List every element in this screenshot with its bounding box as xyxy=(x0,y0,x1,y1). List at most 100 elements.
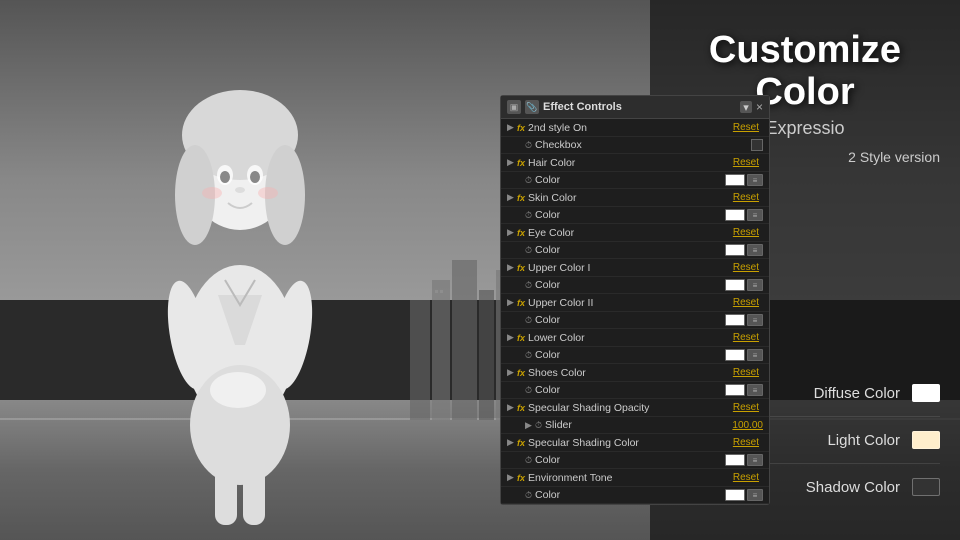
fx-menu-btn-lower_color_sub[interactable] xyxy=(747,349,763,361)
fx-reset-upper_color1[interactable]: Reset xyxy=(733,262,759,273)
panel-icon-1: ▣ xyxy=(507,100,521,114)
fx-label-upper_color2: Upper Color II xyxy=(528,297,733,309)
fx-color-box-shoes_color_sub[interactable] xyxy=(725,384,745,396)
fx-icon-spec_opacity: fx xyxy=(517,403,525,413)
fx-color-box-upper_color1_sub[interactable] xyxy=(725,279,745,291)
fx-expand-lower_color[interactable]: ▶ xyxy=(507,332,517,343)
fx-rows-container: ▶ fx 2nd style On Reset ⏱ Checkbox ▶ fx … xyxy=(501,119,769,504)
fx-expand-env_tone[interactable]: ▶ xyxy=(507,472,517,483)
fx-menu-btn-upper_color1_sub[interactable] xyxy=(747,279,763,291)
fx-reset-shoes_color[interactable]: Reset xyxy=(733,367,759,378)
fx-color-box-env_tone_sub[interactable] xyxy=(725,489,745,501)
fx-icon-upper_color1: fx xyxy=(517,263,525,273)
fx-sub-label-lower_color_sub: Color xyxy=(535,349,725,361)
fx-menu-btn-upper_color2_sub[interactable] xyxy=(747,314,763,326)
fx-color-box-skin_color_sub[interactable] xyxy=(725,209,745,221)
fx-reset-lower_color[interactable]: Reset xyxy=(733,332,759,343)
panel-title: Effect Controls xyxy=(543,101,736,113)
fx-reset-env_tone[interactable]: Reset xyxy=(733,472,759,483)
color-swatch-light[interactable] xyxy=(912,431,940,449)
fx-expand-eye_color[interactable]: ▶ xyxy=(507,227,517,238)
fx-menu-btn-hair_color_sub[interactable] xyxy=(747,174,763,186)
fx-color-box-eye_color_sub[interactable] xyxy=(725,244,745,256)
fx-menu-btn-eye_color_sub[interactable] xyxy=(747,244,763,256)
fx-reset-upper_color2[interactable]: Reset xyxy=(733,297,759,308)
fx-color-box-upper_color2_sub[interactable] xyxy=(725,314,745,326)
fx-expand-skin_color[interactable]: ▶ xyxy=(507,192,517,203)
color-label-text-light: Light Color xyxy=(827,432,900,449)
clock-icon-skin_color_sub: ⏱ xyxy=(525,210,532,221)
fx-reset-eye_color[interactable]: Reset xyxy=(733,227,759,238)
effect-controls-panel: ▣ 📎 Effect Controls ▾ × ▶ fx 2nd style O… xyxy=(500,95,770,505)
fx-row-upper_color2[interactable]: ▶ fx Upper Color II Reset xyxy=(501,294,769,312)
clock-icon-lower_color_sub: ⏱ xyxy=(525,350,532,361)
clock-icon-eye_color_sub: ⏱ xyxy=(525,245,532,256)
fx-icon-eye_color: fx xyxy=(517,228,525,238)
clock-icon-spec_opacity_slider: ⏱ xyxy=(535,420,542,431)
fx-slider-expand-spec_opacity_slider[interactable]: ▶ xyxy=(525,420,535,431)
fx-label-spec_color: Specular Shading Color xyxy=(528,437,733,449)
fx-color-box-spec_color_sub[interactable] xyxy=(725,454,745,466)
fx-reset-skin_color[interactable]: Reset xyxy=(733,192,759,203)
fx-sub-row-2nd_style_cb: ⏱ Checkbox xyxy=(501,137,769,154)
fx-row-env_tone[interactable]: ▶ fx Environment Tone Reset xyxy=(501,469,769,487)
fx-expand-spec_color[interactable]: ▶ xyxy=(507,437,517,448)
fx-menu-btn-spec_color_sub[interactable] xyxy=(747,454,763,466)
clock-icon-env_tone_sub: ⏱ xyxy=(525,490,532,501)
fx-label-eye_color: Eye Color xyxy=(528,227,733,239)
fx-label-shoes_color: Shoes Color xyxy=(528,367,733,379)
fx-expand-shoes_color[interactable]: ▶ xyxy=(507,367,517,378)
fx-reset-2nd_style[interactable]: Reset xyxy=(733,122,759,133)
character-svg xyxy=(100,35,380,535)
fx-expand-hair_color[interactable]: ▶ xyxy=(507,157,517,168)
fx-label-env_tone: Environment Tone xyxy=(528,472,733,484)
color-swatch-diffuse[interactable] xyxy=(912,384,940,402)
color-swatch-shadow[interactable] xyxy=(912,478,940,496)
fx-row-spec_color[interactable]: ▶ fx Specular Shading Color Reset xyxy=(501,434,769,452)
fx-color-box-lower_color_sub[interactable] xyxy=(725,349,745,361)
fx-sub-label-skin_color_sub: Color xyxy=(535,209,725,221)
fx-row-spec_opacity[interactable]: ▶ fx Specular Shading Opacity Reset xyxy=(501,399,769,417)
fx-sub-row-env_tone_sub: ⏱ Color xyxy=(501,487,769,504)
fx-sub-label-upper_color2_sub: Color xyxy=(535,314,725,326)
fx-reset-spec_color[interactable]: Reset xyxy=(733,437,759,448)
character-area xyxy=(0,0,480,540)
fx-menu-btn-env_tone_sub[interactable] xyxy=(747,489,763,501)
fx-color-box-hair_color_sub[interactable] xyxy=(725,174,745,186)
fx-row-eye_color[interactable]: ▶ fx Eye Color Reset xyxy=(501,224,769,242)
clock-icon-hair_color_sub: ⏱ xyxy=(525,175,532,186)
fx-sub-row-eye_color_sub: ⏱ Color xyxy=(501,242,769,259)
fx-icon-shoes_color: fx xyxy=(517,368,525,378)
fx-sub-label-env_tone_sub: Color xyxy=(535,489,725,501)
panel-header: ▣ 📎 Effect Controls ▾ × xyxy=(501,96,769,119)
fx-label-2nd_style: 2nd style On xyxy=(528,122,733,134)
fx-menu-btn-shoes_color_sub[interactable] xyxy=(747,384,763,396)
fx-sub-row-shoes_color_sub: ⏱ Color xyxy=(501,382,769,399)
fx-checkbox-2nd_style_cb[interactable] xyxy=(751,139,763,151)
clock-icon-upper_color2_sub: ⏱ xyxy=(525,315,532,326)
fx-row-upper_color1[interactable]: ▶ fx Upper Color I Reset xyxy=(501,259,769,277)
fx-row-lower_color[interactable]: ▶ fx Lower Color Reset xyxy=(501,329,769,347)
fx-expand-upper_color1[interactable]: ▶ xyxy=(507,262,517,273)
fx-slider-value-spec_opacity_slider[interactable]: 100.00 xyxy=(732,420,763,431)
fx-expand-upper_color2[interactable]: ▶ xyxy=(507,297,517,308)
panel-close-button[interactable]: × xyxy=(756,100,763,114)
fx-sub-label-upper_color1_sub: Color xyxy=(535,279,725,291)
fx-sub-row-hair_color_sub: ⏱ Color xyxy=(501,172,769,189)
clock-icon-upper_color1_sub: ⏱ xyxy=(525,280,532,291)
fx-icon-upper_color2: fx xyxy=(517,298,525,308)
fx-row-hair_color[interactable]: ▶ fx Hair Color Reset xyxy=(501,154,769,172)
fx-row-shoes_color[interactable]: ▶ fx Shoes Color Reset xyxy=(501,364,769,382)
fx-reset-spec_opacity[interactable]: Reset xyxy=(733,402,759,413)
fx-row-2nd_style[interactable]: ▶ fx 2nd style On Reset xyxy=(501,119,769,137)
fx-expand-spec_opacity[interactable]: ▶ xyxy=(507,402,517,413)
panel-dropdown-icon[interactable]: ▾ xyxy=(740,101,752,113)
fx-reset-hair_color[interactable]: Reset xyxy=(733,157,759,168)
fx-label-hair_color: Hair Color xyxy=(528,157,733,169)
fx-menu-btn-skin_color_sub[interactable] xyxy=(747,209,763,221)
fx-slider-label-row-spec_opacity_slider: ▶ ⏱ Slider 100.00 xyxy=(501,417,769,434)
fx-icon-env_tone: fx xyxy=(517,473,525,483)
fx-expand-2nd_style[interactable]: ▶ xyxy=(507,122,517,133)
clock-icon-spec_color_sub: ⏱ xyxy=(525,455,532,466)
fx-row-skin_color[interactable]: ▶ fx Skin Color Reset xyxy=(501,189,769,207)
